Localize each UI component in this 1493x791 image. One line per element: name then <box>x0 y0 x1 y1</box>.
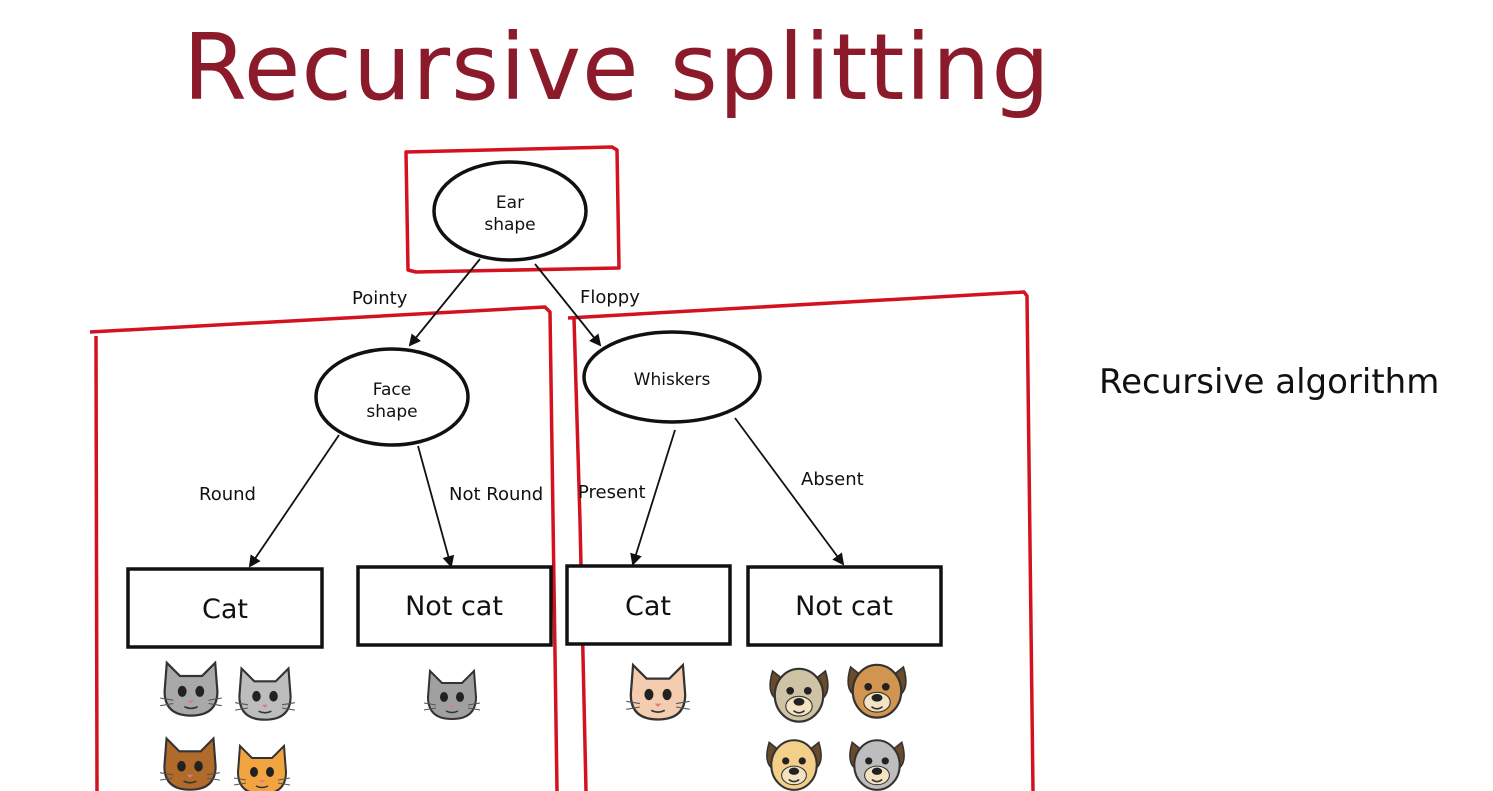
yellow-dog-icon <box>765 739 823 791</box>
slide: Recursive splitting Recursive algorithm <box>0 0 1493 791</box>
root-node-label-line2: shape <box>484 215 535 235</box>
root-node-ear-shape: Ear shape <box>432 160 588 262</box>
left-not-cat-icons <box>422 669 482 721</box>
edge-round <box>248 434 340 568</box>
gray-dog-icon <box>848 739 906 791</box>
floppy-ear-cat-icon <box>625 663 691 721</box>
leaf-right-cat: Cat <box>565 564 732 646</box>
gray-cat-icon <box>234 667 296 721</box>
edge-not-round <box>417 445 455 568</box>
node-face-shape: Face shape <box>314 347 470 447</box>
face-node-label-line2: shape <box>366 402 417 422</box>
edge-label-not-round: Not Round <box>449 484 543 505</box>
brown-dog-icon <box>846 663 908 719</box>
decision-tree-diagram: Pointy Floppy Round Not Round Present Ab… <box>89 145 1035 791</box>
left-cat-icons <box>159 661 296 791</box>
leaf-right-cat-label: Cat <box>625 591 671 622</box>
gray-cat-pointy-face-icon <box>422 669 482 721</box>
node-whiskers: Whiskers <box>582 330 762 424</box>
whiskers-node-label: Whiskers <box>634 370 711 390</box>
edge-absent <box>734 417 845 566</box>
edge-label-present: Present <box>578 482 646 503</box>
leaf-left-not-cat-label: Not cat <box>405 591 503 622</box>
right-cat-icons <box>625 663 691 721</box>
leaf-left-cat: Cat <box>126 567 324 649</box>
edge-label-round: Round <box>199 484 256 505</box>
edge-label-floppy: Floppy <box>580 287 640 308</box>
leaf-right-not-cat-label: Not cat <box>795 591 893 622</box>
orange-cat-icon <box>232 744 292 791</box>
leaf-right-not-cat: Not cat <box>746 565 943 647</box>
root-node-label-line1: Ear <box>496 193 524 213</box>
pug-dog-icon <box>768 667 830 723</box>
brown-cat-icon <box>159 737 221 791</box>
right-not-cat-icons <box>765 663 908 791</box>
leaf-left-cat-label: Cat <box>202 594 248 625</box>
leaf-left-not-cat: Not cat <box>356 565 553 647</box>
face-node-label-line1: Face <box>373 380 411 400</box>
edge-label-pointy: Pointy <box>352 288 408 309</box>
edge-label-absent: Absent <box>801 469 864 490</box>
gray-cat-smiling-icon <box>159 661 223 717</box>
